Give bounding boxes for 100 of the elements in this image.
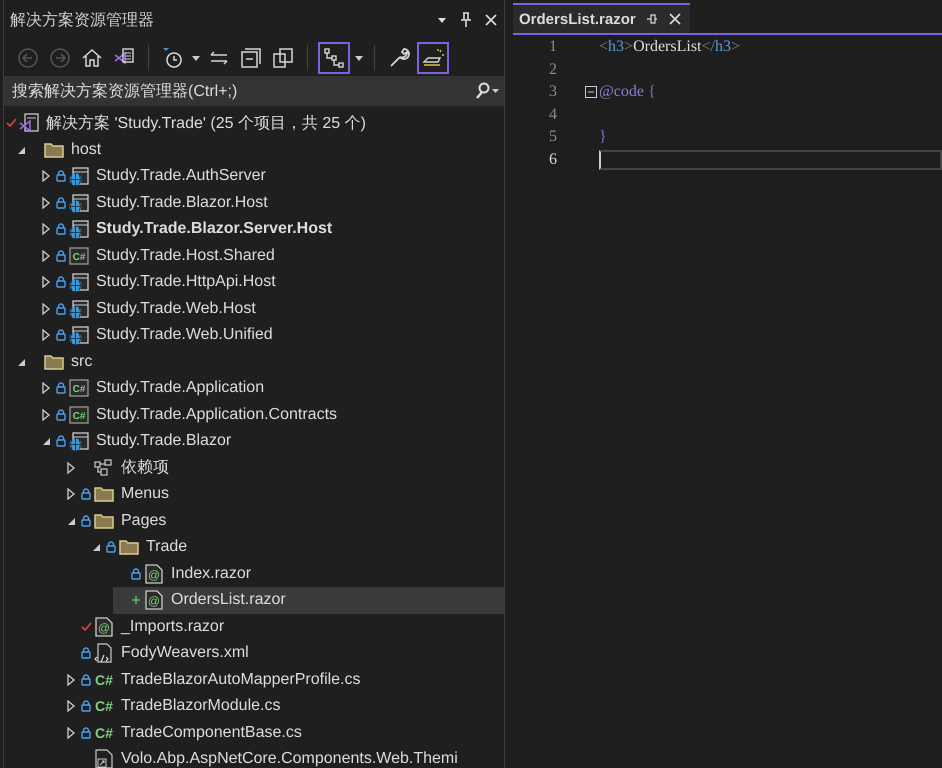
csharp-project-icon: C# [68,377,90,400]
collapsed-arrow-icon[interactable] [41,250,51,262]
item-label: Trade [146,538,188,556]
code-line: } [599,128,607,146]
tree-item[interactable]: Study.Trade.Blazor [38,428,504,454]
web-project-icon [68,430,90,452]
item-label: Study.Trade.Blazor.Host [96,194,268,212]
tree-item[interactable]: @ _Imports.razor [63,614,504,640]
expanded-arrow-icon[interactable] [41,436,51,446]
search-field[interactable]: 搜索解决方案资源管理器(Ctrl+;) [4,76,504,106]
razor-icon: @ [143,562,165,585]
item-label: Volo.Abp.AspNetCore.Components.Web.Themi [121,750,458,768]
tree-item[interactable]: C# TradeComponentBase.cs [63,720,504,746]
pin-icon[interactable] [646,13,658,25]
item-label: Study.Trade.AuthServer [96,167,266,186]
tree-item[interactable]: C# TradeBlazorAutoMapperProfile.cs [63,666,504,693]
item-label: Pages [121,512,166,530]
tree-item[interactable]: @ OrdersList.razor [113,587,504,614]
collapsed-arrow-icon[interactable] [41,329,51,342]
razor-icon: @ [143,589,165,612]
expanded-arrow-icon[interactable] [66,516,76,526]
item-label: Study.Trade.Web.Host [96,300,256,318]
collapsed-arrow-icon[interactable] [41,276,51,288]
item-label: host [71,140,102,159]
line-number: 6 [548,150,558,169]
close-icon[interactable] [484,13,498,27]
web-project-icon [68,271,90,294]
item-label: Study.Trade.Host.Shared [96,246,275,265]
item-label: 解决方案 'Study.Trade' (25 个项目，共 25 个) [46,113,366,134]
solution-icon [18,112,40,134]
tree-item[interactable]: Menus [63,481,504,508]
tree-item[interactable]: Study.Trade.Blazor.Server.Host [38,216,504,242]
tree-item[interactable]: host [13,136,504,163]
tree-item[interactable]: Pages [63,508,504,534]
cs-icon: C# [93,695,115,718]
item-label: TradeBlazorModule.cs [121,697,280,716]
tree-item[interactable]: C# Study.Trade.Application [38,375,504,402]
search-placeholder: 搜索解决方案资源管理器(Ctrl+;) [12,81,238,102]
csharp-project-icon: C# [68,404,90,426]
item-label: OrdersList.razor [171,591,286,610]
tree-item[interactable]: @ Index.razor [113,560,504,587]
razor-icon: @ [93,616,115,638]
expanded-arrow-icon[interactable] [16,356,26,367]
item-label: Menus [121,485,170,504]
collapsed-arrow-icon[interactable] [41,302,51,315]
tree-item[interactable]: Study.Trade.Web.Host [38,296,504,322]
item-label: TradeComponentBase.cs [121,724,302,742]
tree-item[interactable]: Study.Trade.HttpApi.Host [38,269,504,296]
item-label: Study.Trade.Application [96,379,264,398]
expanded-arrow-icon[interactable] [91,542,101,552]
collapsed-arrow-icon[interactable] [66,462,76,474]
web-project-icon [68,165,90,188]
tree-item[interactable]: C# Study.Trade.Host.Shared [38,242,504,269]
tree-item[interactable]: Trade [88,534,504,560]
tree-item[interactable]: C# TradeBlazorModule.cs [63,693,504,720]
tree-item[interactable]: 解决方案 'Study.Trade' (25 个项目，共 25 个) [4,110,504,136]
tree-item[interactable]: 依赖项 [63,454,504,481]
tree-item[interactable]: C# Study.Trade.Application.Contracts [38,402,504,428]
close-icon[interactable] [668,12,682,26]
item-label: 依赖项 [121,458,169,478]
expanded-arrow-icon[interactable] [16,144,26,155]
item-label: _Imports.razor [121,618,224,636]
collapsed-arrow-icon[interactable] [41,408,51,421]
collapsed-arrow-icon[interactable] [66,726,76,739]
collapsed-arrow-icon[interactable] [41,196,51,209]
collapsed-arrow-icon[interactable] [41,382,51,394]
web-project-icon [68,218,90,240]
panel-title: 解决方案资源管理器 [10,10,155,30]
cs-icon: C# [93,722,115,744]
tree-item[interactable]: FodyWeavers.xml [63,640,504,666]
collapsed-arrow-icon[interactable] [41,170,51,182]
item-label: Study.Trade.Blazor [96,432,232,450]
document-tab[interactable]: OrdersList.razor [513,3,690,33]
tree-item[interactable]: Volo.Abp.AspNetCore.Components.Web.Themi [63,746,504,768]
search-icon[interactable] [474,82,500,100]
item-label: Study.Trade.Application.Contracts [96,406,338,424]
line-number: 5 [548,128,558,146]
pin-icon[interactable] [460,12,472,28]
link-icon [93,748,115,768]
csharp-project-icon: C# [68,244,90,267]
collapsed-arrow-icon[interactable] [41,223,51,236]
tree-item[interactable]: Study.Trade.Web.Unified [38,322,504,348]
line-number: 4 [548,106,558,124]
tree-item[interactable]: src [13,348,504,375]
cs-icon: C# [93,668,115,691]
collapsed-arrow-icon[interactable] [66,488,76,500]
web-project-icon [68,192,90,214]
item-label: src [71,352,92,371]
item-label: Study.Trade.Web.Unified [96,326,273,344]
tree-item[interactable]: Study.Trade.Blazor.Host [38,190,504,216]
item-label: Study.Trade.HttpApi.Host [96,273,276,292]
collapsed-arrow-icon[interactable] [66,700,76,712]
item-label: TradeBlazorAutoMapperProfile.cs [121,670,361,689]
line-number: 2 [548,60,558,79]
item-label: Index.razor [171,564,252,583]
collapsed-arrow-icon[interactable] [66,674,76,686]
line-number: 3 [548,83,558,102]
tree-item[interactable]: Study.Trade.AuthServer [38,163,504,190]
collapse-icon[interactable] [585,86,597,98]
code-line: <h3>OrdersList</h3> [599,38,740,56]
